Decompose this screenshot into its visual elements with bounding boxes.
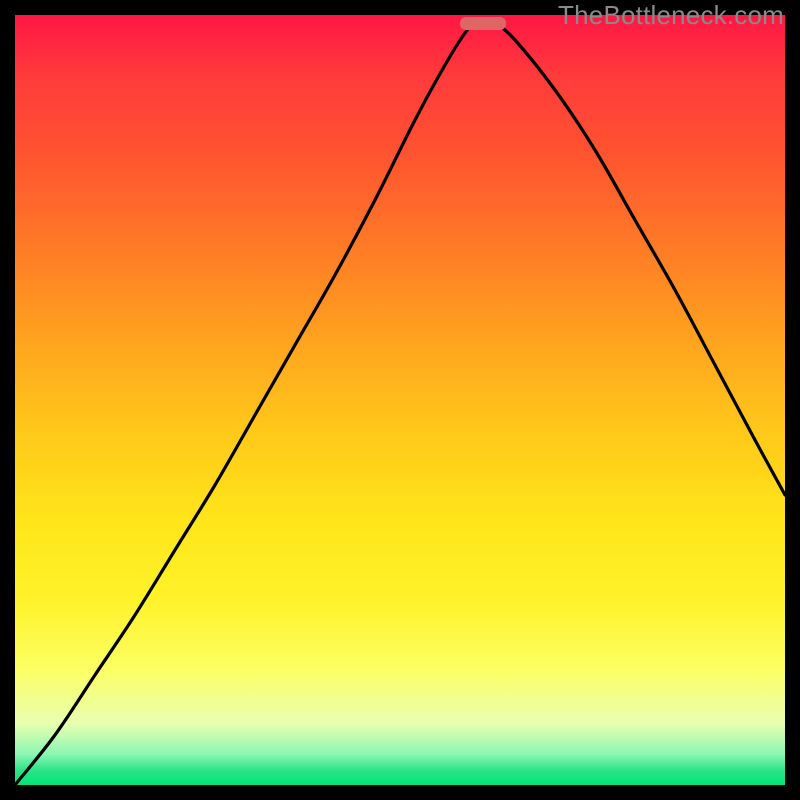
- curve-svg: [15, 15, 785, 785]
- sweet-spot-marker: [460, 17, 506, 30]
- watermark-text: TheBottleneck.com: [558, 0, 784, 31]
- plot-area: [15, 15, 785, 785]
- chart-frame: TheBottleneck.com: [0, 0, 800, 800]
- bottleneck-curve: [15, 20, 785, 785]
